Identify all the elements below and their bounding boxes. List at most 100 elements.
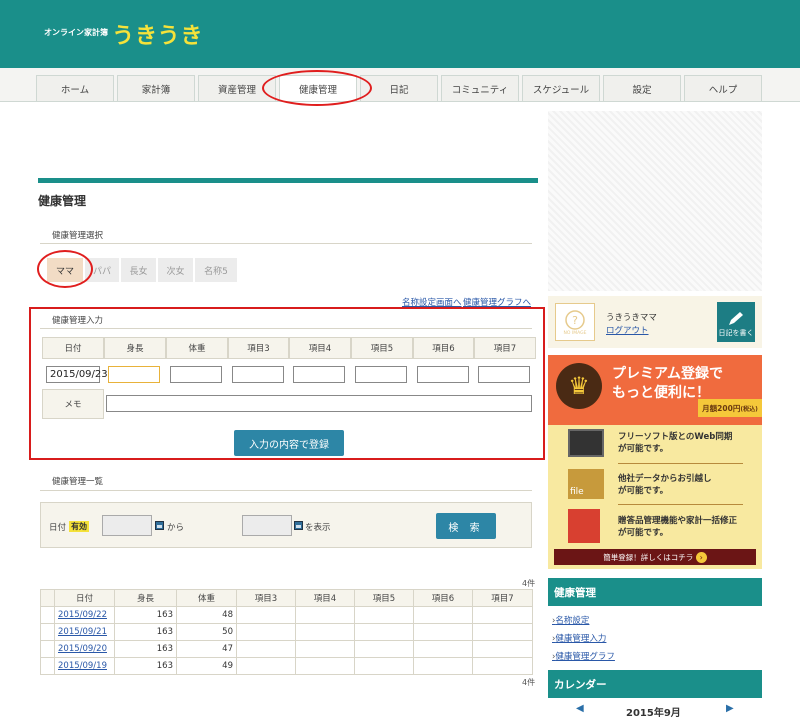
- tab-home[interactable]: ホーム: [36, 75, 114, 102]
- input-header-weight: 体重: [166, 337, 228, 359]
- input-header-item7: 項目7: [474, 337, 536, 359]
- write-diary-button[interactable]: 日記を書く: [717, 302, 755, 342]
- tab-help[interactable]: ヘルプ: [684, 75, 762, 102]
- input-header-item5: 項目5: [351, 337, 413, 359]
- row-cell: [236, 640, 296, 658]
- height-input[interactable]: [108, 366, 160, 383]
- row-cell: [413, 606, 473, 624]
- page-title: 健康管理: [38, 194, 87, 208]
- date-input[interactable]: 2015/09/23: [46, 366, 108, 383]
- row-date-link[interactable]: 2015/09/19: [58, 661, 107, 671]
- premium-feature-1-line2: が可能です。: [618, 444, 669, 454]
- sidebar-link-name-settings[interactable]: 名称設定: [552, 614, 589, 626]
- premium-feature-divider: [618, 463, 743, 464]
- sidebar-health-heading: 健康管理: [548, 578, 762, 606]
- table-header-spacer: [40, 589, 55, 607]
- highlight-circle-person: [37, 250, 93, 288]
- premium-feature-3-line1: 贈答品管理機能や家計一括修正: [618, 516, 738, 526]
- premium-feature-2: 他社データからお引越し が可能です。: [618, 473, 712, 497]
- input-header-item6: 項目6: [413, 337, 474, 359]
- premium-price: 月額200円 (税込): [698, 399, 762, 417]
- input-divider: [40, 328, 532, 329]
- memo-input[interactable]: [106, 395, 532, 412]
- sidebar-link-health-input[interactable]: 健康管理入力: [552, 632, 606, 644]
- person-eldest-daughter[interactable]: 長女: [121, 258, 156, 282]
- table-header: 身長: [114, 589, 177, 607]
- title-accent-bar: [38, 178, 538, 183]
- next-month-icon[interactable]: ▶: [726, 703, 734, 714]
- sidebar-link-health-graph[interactable]: 健康管理グラフ: [552, 650, 615, 662]
- row-date-link[interactable]: 2015/09/21: [58, 627, 107, 637]
- logout-link[interactable]: ログアウト: [606, 324, 649, 336]
- table-header: 項目7: [472, 589, 533, 607]
- premium-feature-divider: [618, 504, 743, 505]
- table-row: 2015/09/21 163 50: [40, 623, 533, 641]
- weight-input[interactable]: [170, 366, 222, 383]
- item5-input[interactable]: [355, 366, 407, 383]
- calendar-to-icon[interactable]: [294, 521, 303, 530]
- premium-feature-1: フリーソフト版とのWeb同期 が可能です。: [618, 431, 732, 455]
- result-count-top: 4件: [522, 579, 536, 588]
- tab-settings[interactable]: 設定: [603, 75, 681, 102]
- nav-divider: [0, 101, 800, 102]
- prev-month-icon[interactable]: ◀: [576, 703, 584, 714]
- row-cell: [236, 606, 296, 624]
- table-header: 項目6: [413, 589, 473, 607]
- person-name5[interactable]: 名称5: [195, 258, 237, 282]
- result-count-bottom: 4件: [522, 678, 536, 687]
- register-button[interactable]: 入力の内容で登録: [234, 430, 344, 456]
- row-cell: [413, 623, 473, 641]
- person-second-daughter[interactable]: 次女: [158, 258, 193, 282]
- row-height: 163: [114, 606, 177, 624]
- valid-badge[interactable]: 有効: [69, 521, 89, 532]
- premium-cta-button[interactable]: 簡単登録！詳しくはコチラ ›: [554, 549, 756, 565]
- selector-label: 健康管理選択: [52, 231, 104, 241]
- no-image-text: NO IMAGE: [564, 330, 587, 336]
- premium-price-amount: 月額200円: [702, 403, 741, 413]
- sidebar-calendar-heading: カレンダー: [548, 670, 762, 698]
- tab-household-budget[interactable]: 家計簿: [117, 75, 195, 102]
- premium-price-note: (税込): [740, 405, 758, 413]
- row-date-link[interactable]: 2015/09/22: [58, 610, 107, 620]
- row-spacer: [40, 657, 55, 675]
- row-date-cell: 2015/09/19: [54, 657, 115, 675]
- row-cell: [354, 640, 414, 658]
- list-section-label: 健康管理一覧: [52, 477, 104, 487]
- row-date-link[interactable]: 2015/09/20: [58, 644, 107, 654]
- crown-icon: ♛: [556, 363, 602, 409]
- row-weight: 47: [176, 640, 237, 658]
- row-cell: [295, 640, 355, 658]
- write-diary-label: 日記を書く: [718, 329, 754, 337]
- row-height: 163: [114, 640, 177, 658]
- search-date-label: 日付: [49, 523, 67, 533]
- tab-community[interactable]: コミュニティ: [441, 75, 519, 102]
- input-section-label: 健康管理入力: [52, 316, 104, 326]
- item3-input[interactable]: [232, 366, 284, 383]
- tab-schedule[interactable]: スケジュール: [522, 75, 600, 102]
- table-header: 項目5: [354, 589, 414, 607]
- row-weight: 49: [176, 657, 237, 675]
- item6-input[interactable]: [417, 366, 469, 383]
- site-tagline: オンライン家計簿: [44, 28, 108, 37]
- search-button[interactable]: 検 索: [436, 513, 496, 539]
- premium-feature-1-line1: フリーソフト版とのWeb同期: [618, 432, 733, 442]
- no-image-icon: ? NO IMAGE: [564, 310, 587, 336]
- row-spacer: [40, 623, 55, 641]
- row-date-cell: 2015/09/20: [54, 640, 115, 658]
- premium-banner[interactable]: ♛ プレミアム登録で もっと便利に！ 月額200円 (税込) フリーソフト版とのW…: [548, 355, 762, 569]
- table-row: 2015/09/19 163 49: [40, 657, 533, 675]
- item4-input[interactable]: [293, 366, 345, 383]
- premium-title: プレミアム登録で もっと便利に！: [612, 365, 723, 403]
- search-to-input[interactable]: [242, 515, 292, 536]
- svg-text:?: ?: [572, 314, 578, 327]
- table-header: 日付: [54, 589, 115, 607]
- search-from-input[interactable]: [102, 515, 152, 536]
- premium-feature-3: 贈答品管理機能や家計一括修正 が可能です。: [618, 515, 737, 539]
- calendar-from-icon[interactable]: [155, 521, 164, 530]
- site-logo[interactable]: うきうき: [112, 18, 204, 50]
- arrow-right-icon: ›: [695, 551, 707, 563]
- calculator-icon: [568, 509, 600, 543]
- row-height: 163: [114, 623, 177, 641]
- row-cell: [472, 640, 533, 658]
- item7-input[interactable]: [478, 366, 530, 383]
